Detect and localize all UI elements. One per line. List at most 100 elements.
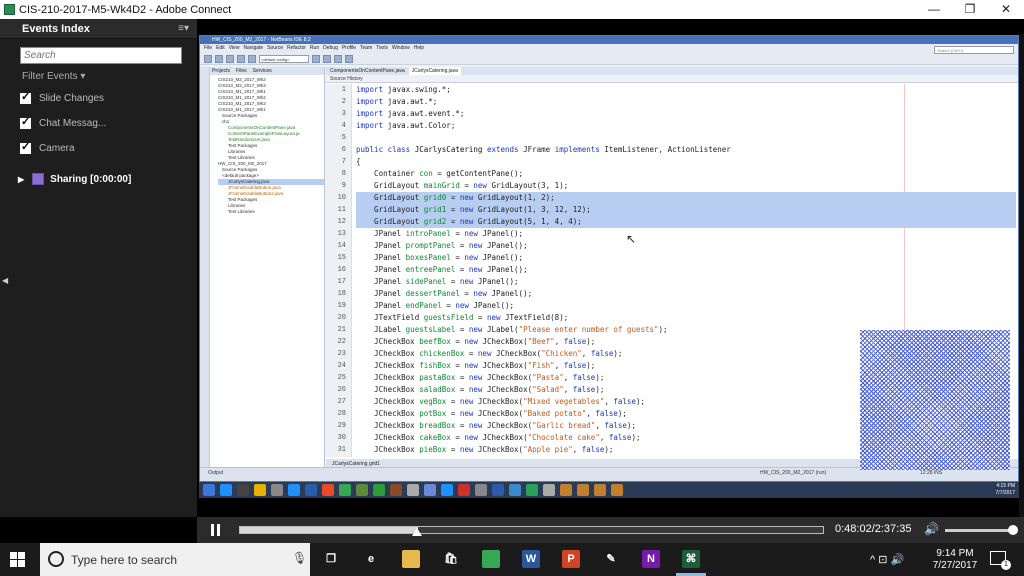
taskbar-search[interactable]: Type here to search 🎙: [40, 543, 310, 576]
run-icon[interactable]: [323, 54, 331, 63]
chrome-icon[interactable]: [482, 550, 500, 568]
build-icon[interactable]: [312, 54, 320, 63]
menu-team[interactable]: Team: [360, 44, 372, 53]
adobe-connect-icon[interactable]: ⌘: [682, 550, 700, 568]
code-token: =: [446, 193, 460, 202]
camera-checkbox[interactable]: [20, 140, 31, 154]
action-center-icon[interactable]: [990, 551, 1011, 570]
filter-events-dropdown[interactable]: Filter Events ▾: [22, 71, 85, 82]
menu-window[interactable]: Window: [392, 44, 410, 53]
events-search-input[interactable]: [20, 47, 182, 64]
seek-handle[interactable]: [412, 528, 422, 536]
line-number: 22: [337, 338, 346, 346]
undo-icon[interactable]: [237, 54, 245, 63]
edge-icon[interactable]: e: [362, 550, 380, 568]
tab-services[interactable]: Services: [253, 67, 272, 75]
filter-chat-messages[interactable]: Chat Messag...: [20, 115, 106, 129]
code-line[interactable]: import java.awt.*;: [356, 96, 1016, 108]
menu-run[interactable]: Run: [310, 44, 319, 53]
code-line[interactable]: GridLayout grid2 = new GridLayout(5, 1, …: [356, 216, 1016, 228]
code-line[interactable]: import java.awt.event.*;: [356, 108, 1016, 120]
volume-handle[interactable]: [1008, 525, 1018, 535]
collapse-sidebar-icon[interactable]: ◀: [2, 276, 8, 285]
code-token: ,: [554, 337, 564, 346]
microphone-icon[interactable]: 🎙: [292, 551, 307, 565]
powerpoint-icon[interactable]: P: [562, 550, 580, 568]
menu-profile[interactable]: Profile: [342, 44, 356, 53]
profile-icon[interactable]: [345, 54, 353, 63]
menu-refactor[interactable]: Refactor: [287, 44, 306, 53]
code-line[interactable]: GridLayout grid0 = new GridLayout(1, 2);: [356, 192, 1016, 204]
debug-icon[interactable]: [334, 54, 342, 63]
config-select[interactable]: <default config>: [259, 54, 309, 63]
filter-slide-changes[interactable]: Slide Changes: [20, 90, 104, 104]
windows-start-icon[interactable]: [10, 552, 25, 567]
code-token: JPanel: [356, 253, 406, 262]
pen-app-icon[interactable]: ✎: [602, 550, 620, 568]
menu-tools[interactable]: Tools: [376, 44, 388, 53]
code-line[interactable]: GridLayout mainGrid = new GridLayout(3, …: [356, 180, 1016, 192]
menu-source[interactable]: Source: [267, 44, 283, 53]
code-line[interactable]: [356, 132, 1016, 144]
code-line[interactable]: {: [356, 156, 1016, 168]
minimize-button[interactable]: —: [916, 0, 952, 19]
line-number: 15: [337, 254, 346, 262]
slide-changes-checkbox[interactable]: [20, 90, 31, 104]
code-line[interactable]: import javax.swing.*;: [356, 84, 1016, 96]
code-line[interactable]: import java.awt.Color;: [356, 120, 1016, 132]
menu-file[interactable]: File: [204, 44, 212, 53]
menu-debug[interactable]: Debug: [323, 44, 338, 53]
sharing-event[interactable]: ▶ Sharing [0:00:00]: [18, 173, 131, 185]
tree-node[interactable]: Test Libraries: [218, 209, 324, 215]
task-view-icon[interactable]: ❐: [322, 550, 340, 568]
tab-jcarlys-catering[interactable]: JCarlysCatering.java: [408, 67, 461, 75]
code-line[interactable]: JPanel entreePanel = new JPanel();: [356, 264, 1016, 276]
code-line[interactable]: JPanel introPanel = new JPanel();: [356, 228, 1016, 240]
restore-button[interactable]: ❐: [952, 0, 988, 19]
code-token: new: [455, 301, 474, 310]
word-icon[interactable]: W: [522, 550, 540, 568]
code-line[interactable]: public class JCarlysCatering extends JFr…: [356, 144, 1016, 156]
code-token: JCheckBox: [356, 409, 420, 418]
filter-camera[interactable]: Camera: [20, 140, 75, 154]
code-line[interactable]: JPanel sidePanel = new JPanel();: [356, 276, 1016, 288]
code-token: false: [613, 397, 636, 406]
volume-icon[interactable]: 🔊: [924, 522, 939, 536]
tab-components-on-content-pane[interactable]: ComponentsOnContentPane.java: [330, 67, 405, 75]
new-file-icon[interactable]: [204, 54, 212, 63]
pause-button[interactable]: [211, 524, 221, 536]
code-line[interactable]: JPanel boxesPanel = new JPanel();: [356, 252, 1016, 264]
code-line[interactable]: GridLayout grid1 = new GridLayout(1, 3, …: [356, 204, 1016, 216]
menu-view[interactable]: View: [229, 44, 240, 53]
close-button[interactable]: ✕: [988, 0, 1024, 19]
code-line[interactable]: JPanel dessertPanel = new JPanel();: [356, 288, 1016, 300]
code-token: extends: [486, 145, 524, 154]
code-token: grid1: [423, 205, 447, 214]
code-token: new: [468, 421, 487, 430]
store-icon[interactable]: 🛍: [442, 550, 460, 568]
seek-bar[interactable]: [239, 526, 824, 534]
redo-icon[interactable]: [248, 54, 256, 63]
tab-projects[interactable]: Projects: [212, 67, 230, 75]
ide-search-input[interactable]: Search (Ctrl+I): [934, 46, 1014, 54]
file-explorer-icon[interactable]: [402, 550, 420, 568]
tab-files[interactable]: Files: [236, 67, 247, 75]
code-line[interactable]: JPanel endPanel = new JPanel();: [356, 300, 1016, 312]
onenote-icon[interactable]: N: [642, 550, 660, 568]
volume-slider[interactable]: [945, 529, 1015, 532]
events-menu-icon[interactable]: ≡▾: [178, 23, 189, 34]
taskbar-clock[interactable]: 9:14 PM 7/27/2017: [930, 548, 980, 572]
code-token: =: [446, 409, 460, 418]
code-line[interactable]: Container con = getContentPane();: [356, 168, 1016, 180]
menu-edit[interactable]: Edit: [216, 44, 225, 53]
chat-messages-checkbox[interactable]: [20, 115, 31, 129]
system-tray[interactable]: ^ ⊡ 🔊: [870, 553, 904, 566]
output-tab[interactable]: Output: [208, 470, 223, 476]
code-line[interactable]: JPanel promptPanel = new JPanel();: [356, 240, 1016, 252]
expand-arrow-icon[interactable]: ▶: [18, 175, 24, 184]
menu-navigate[interactable]: Navigate: [243, 44, 263, 53]
open-project-icon[interactable]: [215, 54, 223, 63]
menu-help[interactable]: Help: [414, 44, 424, 53]
save-all-icon[interactable]: [226, 54, 234, 63]
code-line[interactable]: JTextField guestsField = new JTextField(…: [356, 312, 1016, 324]
